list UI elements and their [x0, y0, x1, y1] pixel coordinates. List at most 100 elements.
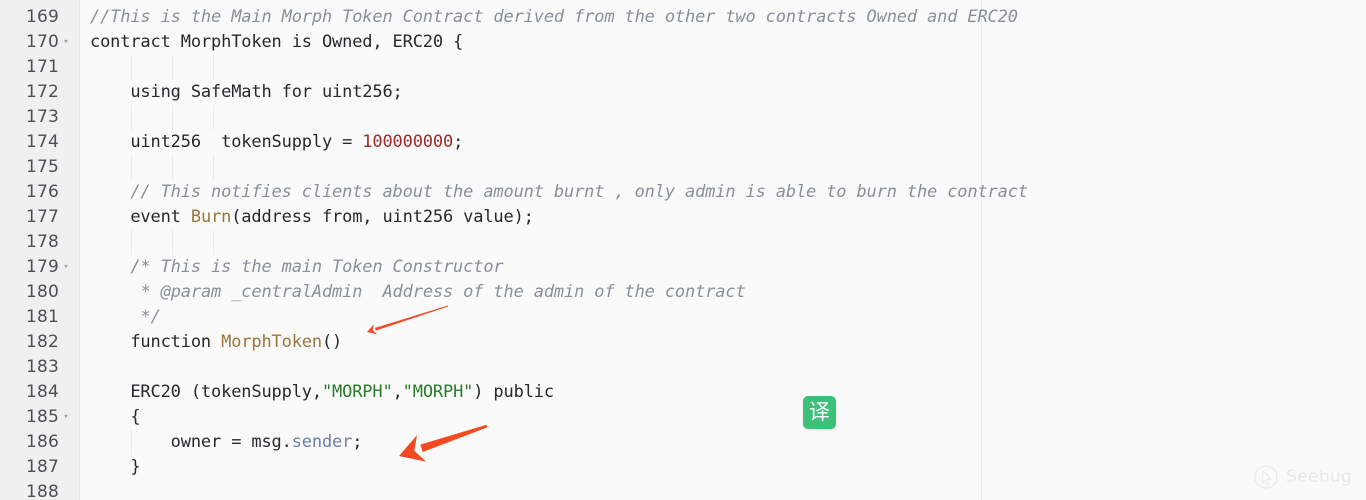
- line-number: 185: [25, 407, 59, 427]
- code-fold-toggle-icon[interactable]: ▾: [59, 405, 73, 430]
- code-token-plain: contract MorphToken is Owned, ERC20 {: [90, 32, 464, 52]
- code-editor-screenshot: 169▾170▾171▾172▾173▾174▾175▾176▾177▾178▾…: [0, 0, 1366, 500]
- code-token-plain: owner = msg.: [90, 432, 292, 452]
- code-line[interactable]: uint256 tokenSupply = 100000000;: [80, 130, 1366, 155]
- code-line[interactable]: */: [80, 305, 1366, 330]
- gutter-row[interactable]: 171▾: [0, 55, 79, 80]
- gutter-row[interactable]: 188▾: [0, 480, 79, 500]
- seebug-logo-icon: [1254, 465, 1278, 489]
- code-line[interactable]: /* This is the main Token Constructor: [80, 255, 1366, 280]
- line-number: 182: [25, 332, 59, 352]
- gutter-row[interactable]: 180▾: [0, 280, 79, 305]
- code-token-comment: //This is the Main Morph Token Contract …: [90, 7, 1018, 27]
- code-fold-toggle-icon[interactable]: ▾: [59, 30, 73, 55]
- gutter-row[interactable]: 187▾: [0, 455, 79, 480]
- translate-badge[interactable]: 译: [803, 396, 836, 429]
- line-number-gutter[interactable]: 169▾170▾171▾172▾173▾174▾175▾176▾177▾178▾…: [0, 0, 80, 500]
- code-token-num: 100000000: [362, 132, 454, 152]
- code-line[interactable]: [80, 155, 1366, 180]
- gutter-row[interactable]: 183▾: [0, 355, 79, 380]
- line-number: 178: [25, 232, 59, 252]
- code-line[interactable]: function MorphToken(): [80, 330, 1366, 355]
- code-content-area[interactable]: //This is the Main Morph Token Contract …: [80, 0, 1366, 500]
- code-token-plain: function: [90, 332, 222, 352]
- line-number: 187: [25, 457, 59, 477]
- code-token-plain: ;: [352, 432, 363, 452]
- line-number: 177: [25, 207, 59, 227]
- code-token-comment: */: [140, 307, 161, 327]
- code-line[interactable]: ERC20 (tokenSupply,"MORPH","MORPH") publ…: [80, 380, 1366, 405]
- line-number: 186: [25, 432, 59, 452]
- code-line[interactable]: {: [80, 405, 1366, 430]
- code-line[interactable]: //This is the Main Morph Token Contract …: [80, 5, 1366, 30]
- gutter-row[interactable]: 170 ▾: [0, 30, 79, 55]
- gutter-row[interactable]: 178▾: [0, 230, 79, 255]
- gutter-row[interactable]: 174▾: [0, 130, 79, 155]
- code-token-plain: }: [90, 457, 141, 477]
- gutter-row[interactable]: 173▾: [0, 105, 79, 130]
- code-line[interactable]: [80, 105, 1366, 130]
- code-token-plain: event: [90, 207, 191, 227]
- code-line[interactable]: [80, 230, 1366, 255]
- line-number: 188: [25, 482, 59, 500]
- code-line[interactable]: [80, 480, 1366, 500]
- code-token-plain: ,: [392, 382, 403, 402]
- gutter-row[interactable]: 176▾: [0, 180, 79, 205]
- line-number: 184: [25, 382, 59, 402]
- gutter-row[interactable]: 182▾: [0, 330, 79, 355]
- line-number: 179: [25, 257, 59, 277]
- code-line[interactable]: event Burn(address from, uint256 value);: [80, 205, 1366, 230]
- code-line[interactable]: using SafeMath for uint256;: [80, 80, 1366, 105]
- code-token-plain: uint256 tokenSupply =: [90, 132, 363, 152]
- gutter-row[interactable]: 169▾: [0, 5, 79, 30]
- line-number: 173: [25, 107, 59, 127]
- code-line[interactable]: [80, 355, 1366, 380]
- line-number: 169: [25, 7, 59, 27]
- line-number: 175: [25, 157, 59, 177]
- gutter-row[interactable]: 181▾: [0, 305, 79, 330]
- gutter-row[interactable]: 179 ▾: [0, 255, 79, 280]
- code-token-plain: using SafeMath for uint256;: [90, 82, 403, 102]
- code-token-fn: Burn: [190, 207, 232, 227]
- code-fold-toggle-icon[interactable]: ▾: [59, 255, 73, 280]
- line-number: 180: [25, 282, 59, 302]
- line-number: 176: [25, 182, 59, 202]
- line-number: 183: [25, 357, 59, 377]
- code-token-plain: (): [321, 332, 343, 352]
- seebug-watermark-text: Seebug: [1286, 467, 1352, 487]
- line-number: 174: [25, 132, 59, 152]
- gutter-row[interactable]: 186▾: [0, 430, 79, 455]
- code-token-str: "MORPH": [402, 382, 474, 402]
- code-token-plain: ) public: [473, 382, 554, 402]
- gutter-row[interactable]: 185 ▾: [0, 405, 79, 430]
- code-token-prop: sender: [291, 432, 353, 452]
- line-number: 171: [25, 57, 59, 77]
- code-token-plain: {: [90, 407, 141, 427]
- code-token-fn: MorphToken: [221, 332, 322, 352]
- gutter-row[interactable]: 184▾: [0, 380, 79, 405]
- seebug-watermark: Seebug: [1253, 464, 1352, 490]
- code-line[interactable]: // This notifies clients about the amoun…: [80, 180, 1366, 205]
- gutter-row[interactable]: 172▾: [0, 80, 79, 105]
- code-line[interactable]: [80, 55, 1366, 80]
- code-line[interactable]: }: [80, 455, 1366, 480]
- code-line[interactable]: owner = msg.sender;: [80, 430, 1366, 455]
- gutter-row[interactable]: 177▾: [0, 205, 79, 230]
- line-number: 170: [25, 32, 59, 52]
- code-token-str: "MORPH": [321, 382, 393, 402]
- editor-pane: 169▾170▾171▾172▾173▾174▾175▾176▾177▾178▾…: [0, 0, 1366, 500]
- code-line[interactable]: contract MorphToken is Owned, ERC20 {: [80, 30, 1366, 55]
- code-line[interactable]: * @param _centralAdmin Address of the ad…: [80, 280, 1366, 305]
- code-token-comment: /* This is the main Token Constructor: [130, 257, 504, 277]
- gutter-row[interactable]: 175▾: [0, 155, 79, 180]
- code-token-plain: (address from, uint256 value);: [231, 207, 534, 227]
- line-number: 172: [25, 82, 59, 102]
- code-token-comment: // This notifies clients about the amoun…: [130, 182, 1028, 202]
- code-token-plain: ;: [453, 132, 464, 152]
- code-token-comment: * @param _centralAdmin Address of the ad…: [140, 282, 746, 302]
- code-lines[interactable]: //This is the Main Morph Token Contract …: [80, 5, 1366, 500]
- line-number: 181: [25, 307, 59, 327]
